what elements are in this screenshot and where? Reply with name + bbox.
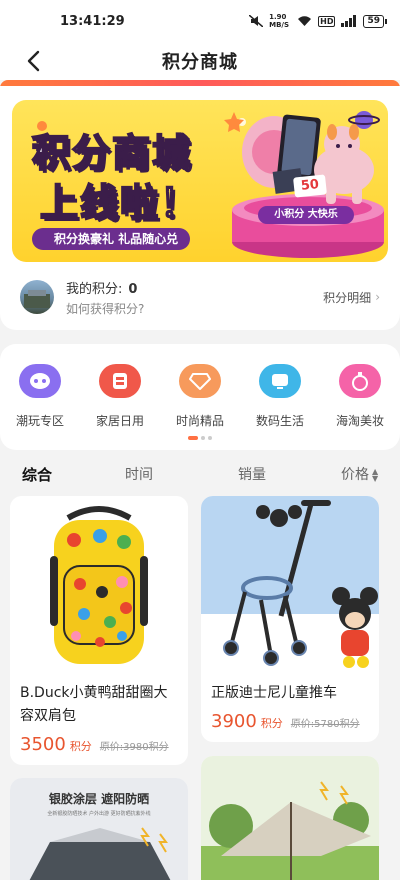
back-button[interactable] — [18, 46, 48, 76]
canopy-tarp-image — [201, 756, 379, 880]
hd-badge: HD — [318, 15, 336, 27]
sort-price-label: 价格 — [341, 467, 369, 483]
product-price-row: 3500 积分 原价:3980积分 — [10, 728, 188, 765]
chevron-left-icon — [27, 50, 40, 72]
banner-title: 积分商城 — [31, 130, 193, 176]
category-list: 潮玩专区 家居日用 时尚精品 数码生活 海淘美妆 — [0, 364, 400, 429]
category-label: 时尚精品 — [175, 414, 224, 428]
camping-tent-image: 银胶涂层 遮阳防晒 全新银胶防晒技术 户外出游 更好防晒抗紫外线 — [10, 778, 188, 880]
product-card[interactable] — [201, 756, 379, 880]
promo-banner[interactable]: 积分商城 上线啦！ 积分换豪礼 礼品随心兑 50 小积分 大快乐 — [12, 100, 388, 262]
product-name: B.Duck小黄鸭甜甜圈大容双肩包 — [20, 685, 168, 724]
avatar[interactable] — [20, 280, 54, 314]
status-bar: 13:41:29 1.90 MB/S HD 59 — [0, 0, 400, 42]
status-icons: 1.90 MB/S HD 59 — [249, 13, 387, 29]
page-title: 积分商城 — [162, 52, 238, 73]
points-detail-label: 积分明细 — [323, 290, 372, 305]
category-label: 潮玩专区 — [15, 414, 64, 428]
product-card[interactable]: 正版迪士尼儿童推车 3900 积分 原价:5780积分 — [201, 496, 379, 742]
points-detail-link[interactable]: 积分明细 › — [323, 289, 380, 306]
diamond-icon — [179, 364, 221, 398]
tent-image-caption: 银胶涂层 遮阳防晒 — [48, 792, 150, 806]
how-to-earn-link[interactable]: 如何获得积分? — [66, 300, 323, 317]
home-goods-icon — [99, 364, 141, 398]
product-price: 3900 — [211, 711, 257, 732]
carousel-dot-active — [188, 436, 198, 440]
sort-sales[interactable]: 销量 — [238, 464, 266, 484]
yellow-backpack-image — [10, 496, 188, 674]
product-name: 正版迪士尼儿童推车 — [211, 685, 337, 701]
battery-icon: 59 — [363, 14, 387, 28]
podium-text: 小积分 大快乐 — [258, 206, 354, 224]
category-item[interactable]: 海淘美妆 — [320, 364, 400, 429]
sort-price[interactable]: 价格 ▲ ▼ — [341, 464, 378, 484]
category-item[interactable]: 数码生活 — [240, 364, 320, 429]
product-price: 3500 — [20, 734, 66, 755]
kids-stroller-image — [201, 496, 379, 674]
points-line: 我的积分: 0 — [66, 278, 323, 297]
category-item[interactable]: 时尚精品 — [160, 364, 240, 429]
gift-card-value: 50 — [293, 174, 327, 198]
product-card[interactable]: B.Duck小黄鸭甜甜圈大容双肩包 3500 积分 原价:3980积分 — [10, 496, 188, 765]
category-item[interactable]: 潮玩专区 — [0, 364, 80, 429]
signal-icon — [341, 15, 357, 27]
nav-bar: 积分商城 — [0, 42, 400, 80]
sort-bar: 综合 时间 销量 价格 ▲ ▼ — [0, 458, 400, 490]
status-time: 13:41:29 — [60, 13, 125, 29]
points-row: 我的积分: 0 如何获得积分? 积分明细 › — [20, 272, 380, 322]
network-speed: 1.90 MB/S — [269, 13, 290, 29]
alien-face-icon — [19, 364, 61, 398]
avatar-image — [24, 290, 50, 308]
product-original-price: 原价:5780积分 — [290, 719, 360, 730]
points-value: 0 — [128, 281, 138, 297]
wifi-icon — [298, 16, 312, 26]
banner-tagline: 积分换豪礼 礼品随心兑 — [32, 228, 191, 250]
mute-icon — [249, 15, 264, 27]
product-card[interactable]: 银胶涂层 遮阳防晒 全新银胶防晒技术 户外出游 更好防晒抗紫外线 — [10, 778, 188, 880]
product-price-row: 3900 积分 原价:5780积分 — [201, 705, 379, 742]
tablet-icon — [259, 364, 301, 398]
category-item[interactable]: 家居日用 — [80, 364, 160, 429]
cosmetics-icon — [339, 364, 381, 398]
points-info: 我的积分: 0 如何获得积分? — [66, 278, 323, 317]
category-card: 潮玩专区 家居日用 时尚精品 数码生活 海淘美妆 — [0, 344, 400, 450]
category-label: 数码生活 — [255, 414, 304, 428]
category-label: 海淘美妆 — [335, 414, 384, 428]
carousel-dots — [0, 436, 400, 440]
category-label: 家居日用 — [95, 414, 144, 428]
banner-subtitle: 上线啦！ — [39, 180, 201, 226]
sort-comprehensive[interactable]: 综合 — [22, 464, 52, 485]
sort-time[interactable]: 时间 — [125, 464, 153, 484]
tent-image-subcaption: 全新银胶防晒技术 户外出游 更好防晒抗紫外线 — [47, 811, 151, 817]
points-label: 我的积分: — [66, 281, 123, 297]
carousel-dot — [208, 436, 212, 440]
product-original-price: 原价:3980积分 — [99, 742, 169, 753]
carousel-dot — [201, 436, 205, 440]
product-price-unit: 积分 — [69, 740, 92, 753]
sort-arrows-icon: ▲ ▼ — [372, 467, 379, 483]
chevron-right-icon: › — [375, 290, 380, 304]
product-price-unit: 积分 — [260, 717, 283, 730]
